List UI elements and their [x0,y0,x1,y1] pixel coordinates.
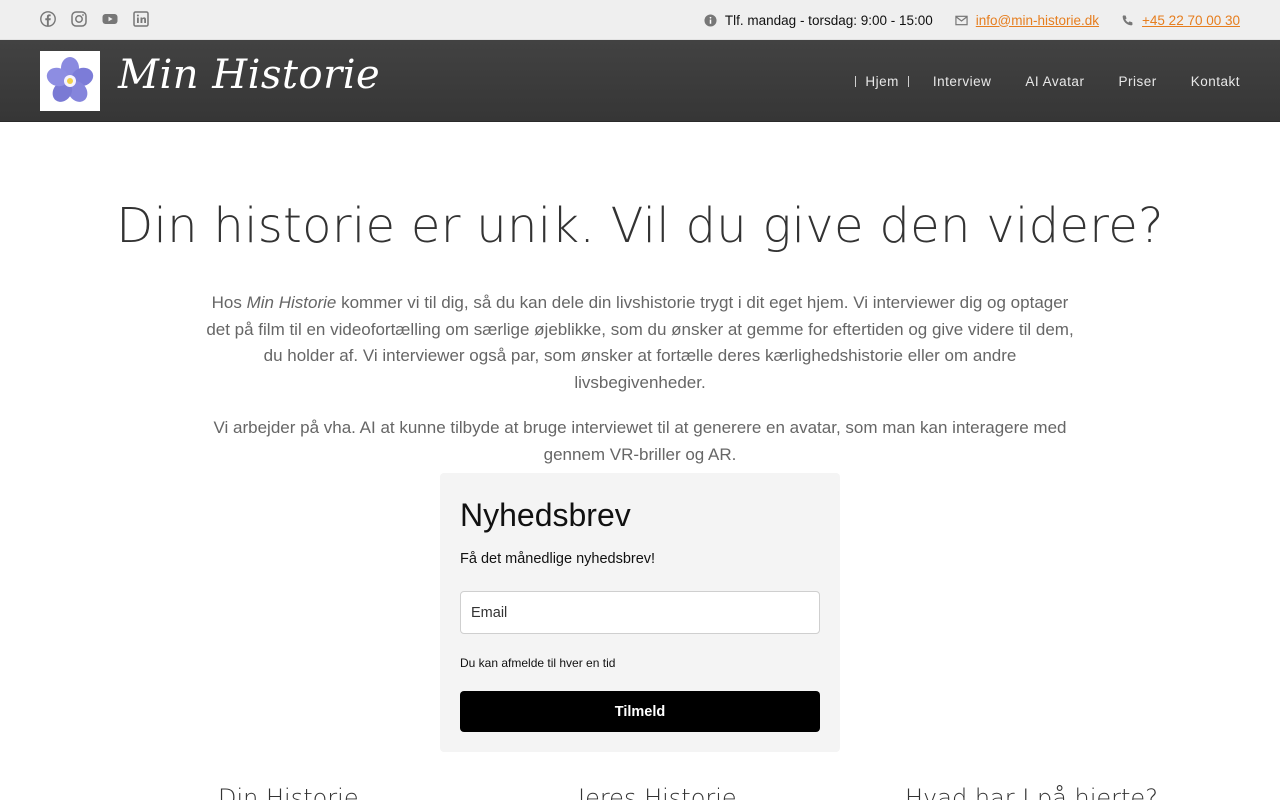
linkedin-icon[interactable] [133,11,149,27]
info-icon [704,13,717,27]
nav-item-interview[interactable]: Interview [933,74,992,89]
newsletter-subtitle: Få det månedlige nyhedsbrev! [460,551,656,567]
main-nav: Hjem Interview AI Avatar Priser Kontakt [855,40,1240,122]
email-link[interactable]: info@min-historie.dk [976,13,1099,28]
social-links [40,11,149,27]
column-title-din-historie: Din Historie [218,784,359,800]
newsletter-box: Nyhedsbrev Få det månedlige nyhedsbrev! … [440,473,840,752]
phone-contact: +45 22 70 00 30 [1121,13,1240,28]
logo[interactable] [40,51,100,111]
site-header: Min Historie Hjem Interview AI Avatar Pr… [0,40,1280,122]
opening-hours: Tlf. mandag - torsdag: 9:00 - 15:00 [704,13,933,28]
email-field[interactable] [460,591,820,634]
unsubscribe-note: Du kan afmelde til hver en tid [460,656,616,670]
intro-p1-start: Hos [211,293,247,312]
mail-icon [955,15,968,25]
intro-p1-brand: Min Historie [246,293,337,312]
phone-link[interactable]: +45 22 70 00 30 [1142,13,1240,28]
forget-me-not-flower-icon [46,57,94,102]
youtube-icon[interactable] [102,11,118,27]
top-bar: Tlf. mandag - torsdag: 9:00 - 15:00 info… [0,0,1280,40]
brand-name[interactable]: Min Historie [118,52,380,98]
contact-info: Tlf. mandag - torsdag: 9:00 - 15:00 info… [682,0,1240,40]
nav-item-priser[interactable]: Priser [1118,74,1156,89]
email-contact: info@min-historie.dk [955,13,1099,28]
intro-paragraph-1: Hos Min Historie kommer vi til dig, så d… [198,290,1082,396]
intro-p1-end: kommer vi til dig, så du kan dele din li… [206,293,1074,392]
hours-text: Tlf. mandag - torsdag: 9:00 - 15:00 [724,12,933,28]
page-title: Din historie er unik. Vil du give den vi… [116,198,1164,254]
nav-item-ai-avatar[interactable]: AI Avatar [1025,74,1084,89]
nav-item-hjem[interactable]: Hjem [855,74,909,88]
column-title-hvad-har-i-paa-hjerte: Hvad har I på hjerte? [905,784,1158,800]
intro-paragraph-2: Vi arbejder på vha. AI at kunne tilbyde … [213,418,1067,464]
subscribe-button[interactable]: Tilmeld [460,691,820,732]
newsletter-title: Nyhedsbrev [460,497,631,533]
phone-icon [1122,14,1133,25]
instagram-icon[interactable] [71,11,87,27]
nav-item-kontakt[interactable]: Kontakt [1191,74,1240,89]
facebook-icon[interactable] [40,11,56,27]
intro-text: Hos Min Historie kommer vi til dig, så d… [198,290,1082,487]
column-title-jeres-historie: Jeres Historie [578,784,737,800]
